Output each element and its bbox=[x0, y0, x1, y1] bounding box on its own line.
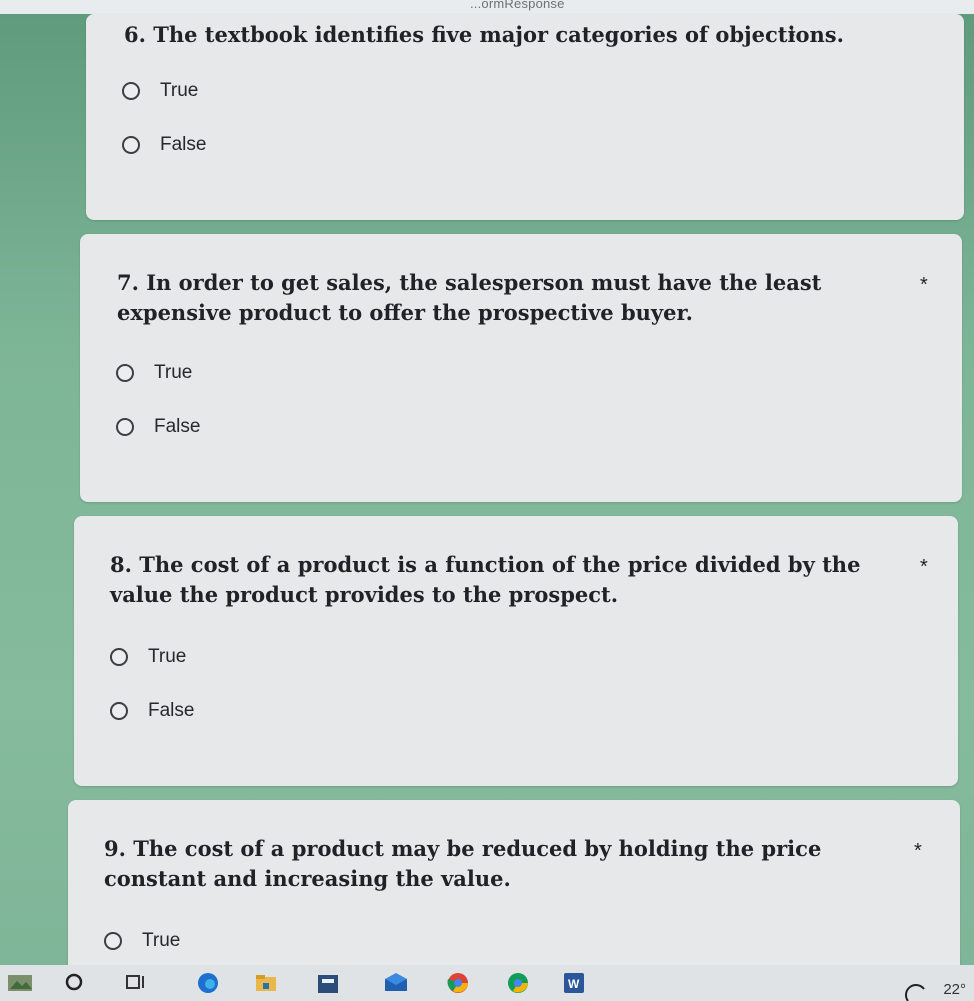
search-circle-icon[interactable] bbox=[62, 971, 86, 993]
option-true[interactable]: True bbox=[122, 80, 198, 102]
radio-button[interactable] bbox=[116, 364, 134, 382]
url-text: ...ormResponse bbox=[470, 0, 565, 11]
windows-taskbar: W 22° bbox=[0, 965, 974, 1001]
option-true[interactable]: True bbox=[110, 646, 186, 668]
edge-icon[interactable] bbox=[196, 971, 220, 993]
option-label: True bbox=[142, 930, 181, 951]
radio-button[interactable] bbox=[122, 82, 140, 100]
question-title: 8. The cost of a product is a function o… bbox=[110, 552, 861, 607]
option-label: False bbox=[154, 416, 201, 437]
file-explorer-icon[interactable] bbox=[254, 971, 278, 993]
question-title: 7. In order to get sales, the salesperso… bbox=[117, 270, 822, 325]
option-label: True bbox=[154, 362, 193, 383]
question-card-9: 9. The cost of a product may be reduced … bbox=[68, 800, 960, 980]
option-false[interactable]: False bbox=[116, 416, 200, 438]
required-asterisk: * bbox=[920, 556, 928, 578]
question-card-8: 8. The cost of a product is a function o… bbox=[74, 516, 958, 786]
question-title: 9. The cost of a product may be reduced … bbox=[104, 836, 822, 891]
word-icon[interactable]: W bbox=[562, 971, 586, 993]
option-label: True bbox=[160, 80, 199, 101]
required-asterisk: * bbox=[914, 840, 922, 862]
radio-button[interactable] bbox=[110, 648, 128, 666]
browser-url-bar[interactable]: ...ormResponse bbox=[0, 0, 974, 14]
radio-button[interactable] bbox=[110, 702, 128, 720]
chrome-profile-icon[interactable] bbox=[506, 971, 530, 993]
option-label: True bbox=[148, 646, 187, 667]
radio-button[interactable] bbox=[104, 932, 122, 950]
temperature-display: 22° bbox=[943, 981, 966, 998]
option-false[interactable]: False bbox=[122, 134, 206, 156]
option-label: False bbox=[160, 134, 207, 155]
task-view-icon[interactable] bbox=[124, 971, 148, 993]
required-asterisk: * bbox=[788, 26, 796, 48]
chrome-icon[interactable] bbox=[446, 971, 470, 993]
radio-button[interactable] bbox=[116, 418, 134, 436]
question-card-7: 7. In order to get sales, the salesperso… bbox=[80, 234, 962, 502]
weather-icon[interactable] bbox=[8, 971, 32, 993]
question-title: 6. The textbook identifies five major ca… bbox=[124, 22, 844, 47]
calculator-icon[interactable] bbox=[316, 971, 340, 993]
required-asterisk: * bbox=[920, 274, 928, 296]
mail-icon[interactable] bbox=[384, 971, 408, 993]
radio-button[interactable] bbox=[122, 136, 140, 154]
question-card-6: 6. The textbook identifies five major ca… bbox=[86, 14, 964, 220]
svg-text:W: W bbox=[568, 977, 580, 991]
refresh-arc-icon bbox=[905, 984, 925, 1001]
option-false[interactable]: False bbox=[110, 700, 194, 722]
option-true[interactable]: True bbox=[116, 362, 192, 384]
option-label: False bbox=[148, 700, 195, 721]
option-true[interactable]: True bbox=[104, 930, 180, 952]
